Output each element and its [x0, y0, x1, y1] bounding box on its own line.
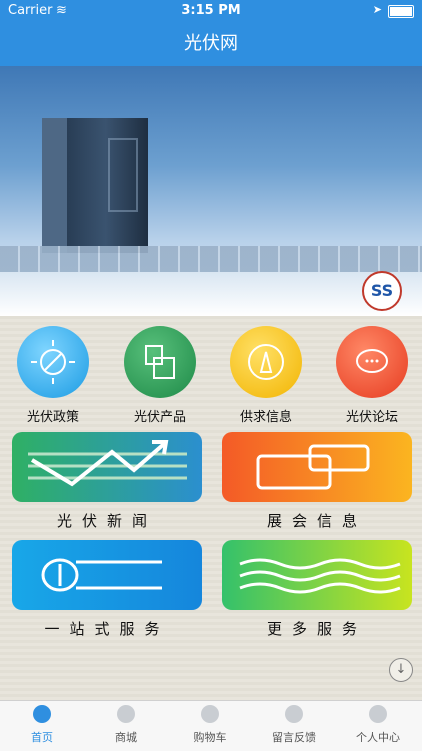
tab-label: 留言反馈: [272, 731, 316, 744]
card-onestop[interactable]: [12, 540, 202, 610]
cart-icon: [201, 705, 219, 723]
menu-policy[interactable]: 光伏政策: [3, 326, 103, 425]
tab-cart[interactable]: 购物车: [168, 705, 252, 745]
battery-icon: [388, 5, 414, 18]
tab-label: 商城: [115, 731, 137, 744]
menu-products[interactable]: 光伏产品: [110, 326, 210, 425]
tab-feedback[interactable]: 留言反馈: [252, 705, 336, 745]
menu-label: 光伏产品: [133, 410, 186, 425]
menu-supply[interactable]: 供求信息: [216, 326, 316, 425]
tab-profile[interactable]: 个人中心: [336, 705, 420, 745]
status-bar: Carrier ≋ 3:15 PM ➤: [0, 0, 422, 22]
menu-label: 光伏论坛: [345, 410, 398, 425]
building-graphic: [42, 118, 148, 253]
tab-label: 购物车: [193, 731, 227, 744]
tab-home[interactable]: 首页: [0, 705, 84, 745]
brand-logo-icon: SS: [362, 271, 402, 311]
scroll-down-icon[interactable]: ↓: [389, 658, 413, 682]
shield-lines-icon: [41, 558, 162, 592]
tab-bar: 首页 商城 购物车 留言反馈 个人中心: [0, 700, 422, 751]
trend-chart-icon: [28, 440, 187, 487]
chat-bubble-icon: [336, 326, 408, 398]
store-icon: [117, 705, 135, 723]
message-icon: [285, 705, 303, 723]
user-icon: [369, 705, 387, 723]
card-more[interactable]: [222, 540, 412, 610]
menu-label: 光伏政策: [26, 410, 79, 425]
card-label: 展会信息: [266, 512, 367, 530]
clock: 3:15 PM: [181, 3, 241, 18]
nav-bar: 光伏网: [0, 22, 422, 66]
location-icon: ➤: [372, 3, 382, 16]
card-expo[interactable]: [222, 432, 412, 502]
linked-boxes-icon: [256, 444, 370, 490]
waves-icon: [239, 558, 401, 594]
tab-store[interactable]: 商城: [84, 705, 168, 745]
solar-panel-icon: [124, 326, 196, 398]
card-label: 更多服务: [266, 620, 367, 638]
menu-forum[interactable]: 光伏论坛: [322, 326, 422, 425]
home-grid: 光伏政策 光伏产品 供求信息 光伏论坛 光伏新闻 展会信息 一站式服务 更多服务: [0, 316, 422, 700]
card-news[interactable]: [12, 432, 202, 502]
card-label: 一站式服务: [44, 620, 170, 638]
menu-label: 供求信息: [239, 410, 292, 425]
card-label: 光伏新闻: [56, 512, 157, 530]
tab-label: 首页: [31, 731, 53, 744]
lightbulb-icon: [230, 326, 302, 398]
home-icon: [33, 705, 51, 723]
banner-image[interactable]: SS: [0, 66, 422, 316]
page-title: 光伏网: [184, 33, 238, 54]
sun-icon: [17, 326, 89, 398]
tab-label: 个人中心: [356, 731, 400, 744]
